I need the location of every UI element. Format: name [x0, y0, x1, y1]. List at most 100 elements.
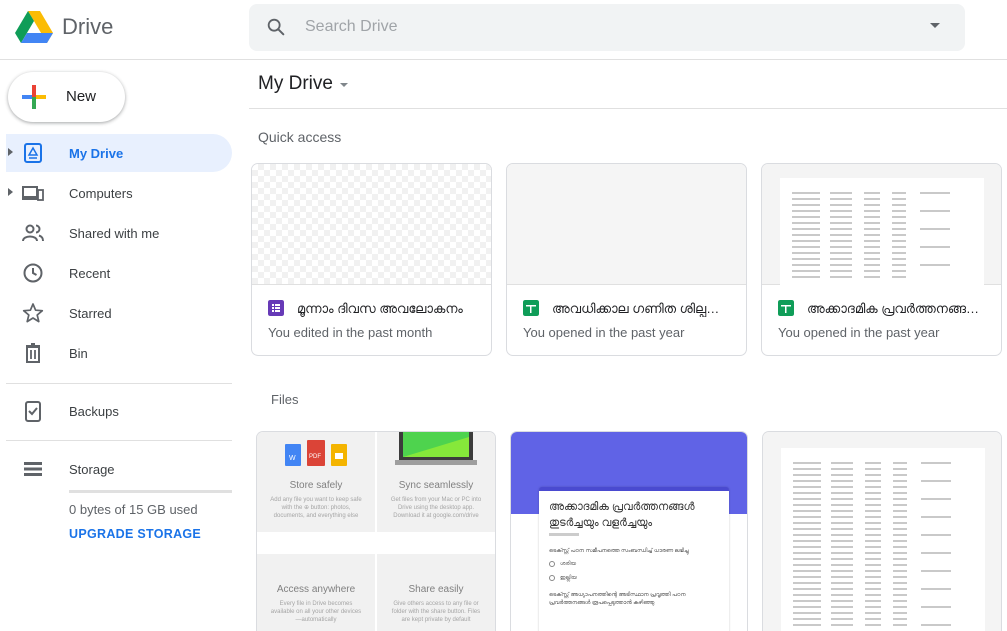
sidebar-item-my-drive[interactable]: My Drive	[6, 134, 232, 172]
search-options-icon[interactable]	[930, 23, 940, 28]
sidebar-item-storage[interactable]: Storage	[6, 450, 232, 488]
spreadsheet-cell-line	[831, 492, 853, 494]
sidebar-divider	[6, 440, 232, 441]
spreadsheet-cell-line	[865, 528, 881, 530]
file-activity: You opened in the past year	[523, 325, 685, 340]
spreadsheet-cell-line	[892, 270, 906, 272]
spreadsheet-cell-line	[865, 594, 881, 596]
sidebar-item-starred[interactable]: Starred	[6, 294, 232, 332]
spreadsheet-cell-line	[921, 498, 951, 500]
spreadsheet-cell-line	[831, 516, 853, 518]
spreadsheet-cell-line	[865, 618, 881, 620]
spreadsheet-cell-line	[792, 264, 820, 266]
file-thumbnail	[507, 164, 746, 285]
spreadsheet-cell-line	[893, 522, 907, 524]
spreadsheet-cell-line	[793, 606, 821, 608]
spreadsheet-cell-line	[864, 234, 880, 236]
spreadsheet-cell-line	[830, 204, 852, 206]
tile-title: Store safely	[289, 480, 343, 491]
expand-arrow-icon[interactable]	[8, 148, 13, 156]
sidebar-item-backups[interactable]: Backups	[6, 392, 232, 430]
welcome-tile: Share easily Give others access to any f…	[377, 554, 495, 631]
spreadsheet-cell-line	[893, 504, 907, 506]
tile-text: Add any file you want to keep safe with …	[270, 497, 362, 519]
file-card[interactable]: അക്കാദമിക പ്രവർത്തനങ്ങൾ തുടർച്ചയും വളർച്…	[510, 431, 748, 631]
spreadsheet-cell-line	[792, 216, 820, 218]
spreadsheet-cell-line	[865, 552, 881, 554]
spreadsheet-cell-line	[865, 498, 881, 500]
spreadsheet-cell-line	[830, 240, 852, 242]
quick-access-card[interactable]: അവധിക്കാല ഗണിത ശില്പശാല (R... You opened…	[506, 163, 747, 356]
spreadsheet-cell-line	[893, 498, 907, 500]
spreadsheet-cell-line	[793, 462, 821, 464]
upgrade-storage-link[interactable]: UPGRADE STORAGE	[69, 527, 201, 541]
spreadsheet-cell-line	[865, 600, 881, 602]
spreadsheet-cell-line	[865, 564, 881, 566]
welcome-tile: Sync seamlessly Get files from your Mac …	[377, 432, 495, 532]
spreadsheet-cell-line	[865, 504, 881, 506]
spreadsheet-cell-line	[893, 540, 907, 542]
spreadsheet-cell-line	[792, 240, 820, 242]
spreadsheet-preview	[780, 178, 984, 285]
spreadsheet-cell-line	[892, 234, 906, 236]
storage-usage-bar	[69, 490, 232, 493]
spreadsheet-cell-line	[892, 246, 906, 248]
file-name: അവധിക്കാല ഗണിത ശില്പശാല (R...	[552, 301, 737, 316]
sidebar-item-shared-with-me[interactable]: Shared with me	[6, 214, 232, 252]
new-button[interactable]: New	[8, 72, 125, 122]
sidebar-item-recent[interactable]: Recent	[6, 254, 232, 292]
spreadsheet-cell-line	[921, 516, 951, 518]
spreadsheet-cell-line	[893, 486, 907, 488]
form-title: അക്കാദമിക പ്രവർത്തനങ്ങൾ തുടർച്ചയും വളർച്…	[549, 501, 695, 529]
spreadsheet-cell-line	[921, 552, 951, 554]
spreadsheet-cell-line	[831, 570, 853, 572]
spreadsheet-cell-line	[893, 618, 907, 620]
search-icon[interactable]	[265, 16, 287, 38]
spreadsheet-cell-line	[864, 240, 880, 242]
quick-access-card[interactable]: മൂന്നാം ദിവസ അവലോകനം You edited in the p…	[251, 163, 492, 356]
sidebar-divider	[6, 383, 232, 384]
spreadsheet-cell-line	[864, 216, 880, 218]
spreadsheet-cell-line	[864, 222, 880, 224]
sidebar-item-bin[interactable]: Bin	[6, 334, 232, 372]
page-title[interactable]: My Drive	[258, 73, 333, 95]
expand-arrow-icon[interactable]	[8, 188, 13, 196]
spreadsheet-preview	[781, 448, 985, 631]
new-button-label: New	[66, 88, 97, 105]
spreadsheet-cell-line	[864, 192, 880, 194]
spreadsheet-cell-line	[864, 210, 880, 212]
search-bar[interactable]	[249, 4, 965, 51]
sidebar-item-computers[interactable]: Computers	[6, 174, 232, 212]
file-thumbnail	[763, 432, 1001, 631]
app-header: Drive	[0, 0, 1007, 60]
spreadsheet-cell-line	[864, 276, 880, 278]
spreadsheet-cell-line	[865, 540, 881, 542]
storage-icon	[24, 462, 42, 476]
app-brand[interactable]: Drive	[62, 14, 113, 40]
file-card[interactable]	[762, 431, 1002, 631]
shared-with-me-icon	[22, 224, 44, 242]
quick-access-card[interactable]: അക്കാദമിക പ്രവർത്തനങ്ങൾ ഇടർ... You opene…	[761, 163, 1002, 356]
spreadsheet-cell-line	[893, 564, 907, 566]
spreadsheet-cell-line	[893, 606, 907, 608]
laptop-icon	[395, 432, 477, 465]
spreadsheet-cell-line	[830, 192, 852, 194]
file-card[interactable]: W PDF Store safely Add any file you want…	[256, 431, 496, 631]
backups-icon	[25, 401, 41, 422]
spreadsheet-cell-line	[793, 468, 821, 470]
storage-usage-text: 0 bytes of 15 GB used	[69, 502, 198, 517]
drive-logo-icon[interactable]	[14, 9, 54, 45]
spreadsheet-cell-line	[793, 612, 821, 614]
spreadsheet-cell-line	[831, 588, 853, 590]
spreadsheet-cell-line	[830, 222, 852, 224]
spreadsheet-cell-line	[921, 534, 951, 536]
spreadsheet-cell-line	[793, 546, 821, 548]
spreadsheet-cell-line	[893, 552, 907, 554]
spreadsheet-cell-line	[831, 468, 853, 470]
spreadsheet-cell-line	[921, 462, 951, 464]
search-input[interactable]	[305, 14, 865, 40]
chevron-down-icon[interactable]	[340, 83, 348, 87]
spreadsheet-cell-line	[831, 486, 853, 488]
spreadsheet-cell-line	[830, 264, 852, 266]
spreadsheet-cell-line	[893, 570, 907, 572]
